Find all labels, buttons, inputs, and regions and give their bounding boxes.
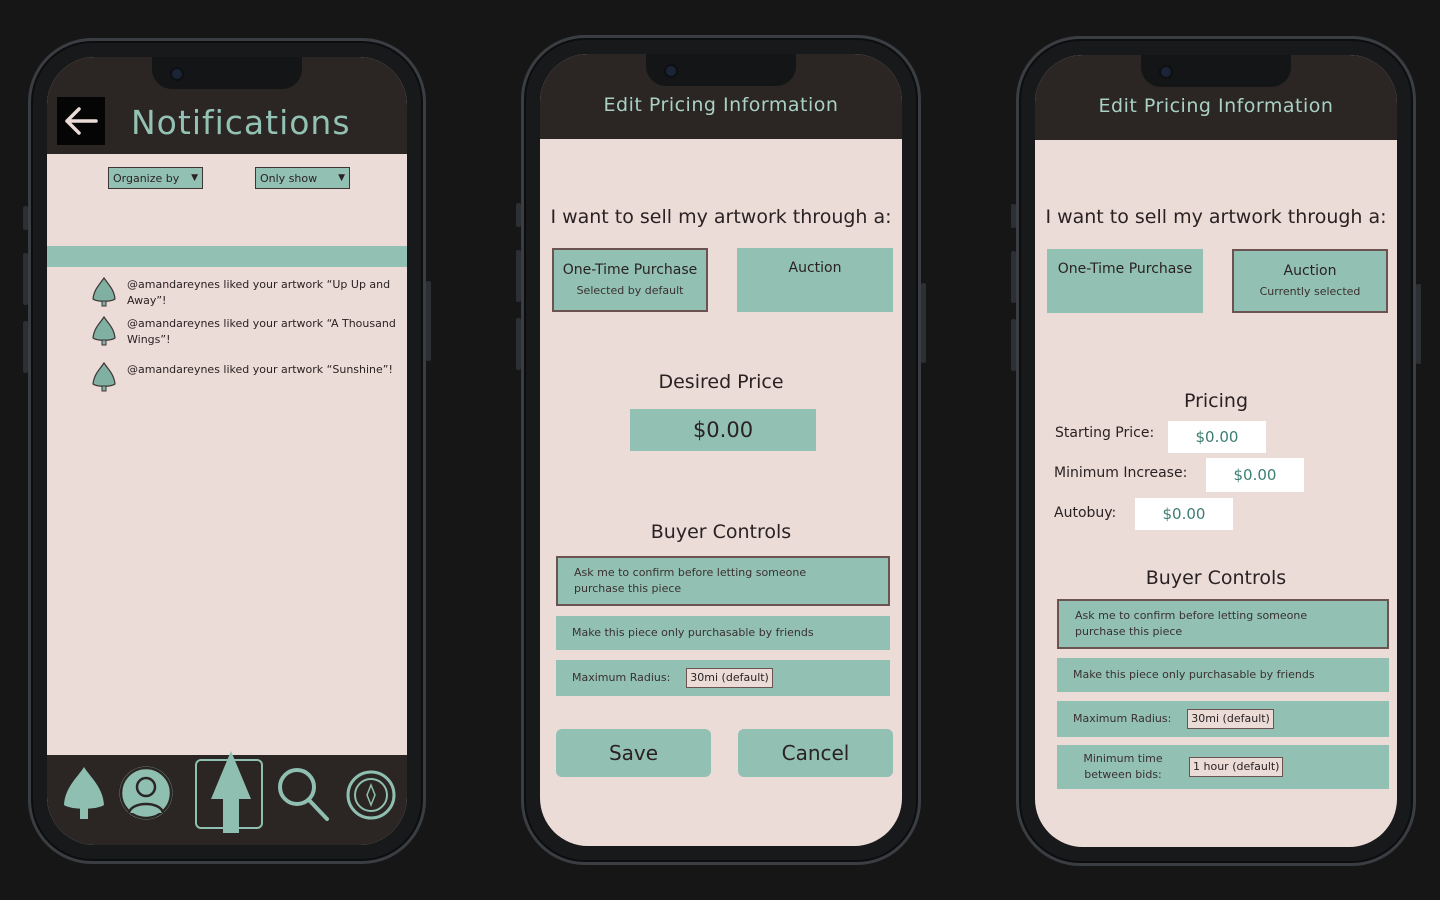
control-text: Make this piece only purchasable by frie…	[1073, 668, 1315, 681]
min-increase-value: $0.00	[1233, 466, 1277, 484]
page-title: Edit Pricing Information	[1098, 95, 1334, 117]
radius-label: Maximum Radius:	[572, 671, 671, 684]
max-radius-row: Maximum Radius: 30mi (default)	[1057, 701, 1389, 737]
camera-icon	[1161, 67, 1171, 77]
upload-tree-icon	[211, 751, 251, 833]
caret-down-icon: ▼	[338, 173, 345, 183]
camera-icon	[666, 66, 676, 76]
tree-icon	[92, 362, 116, 392]
option-label: One-Time Purchase	[1057, 261, 1193, 277]
only-show-label: Only show	[260, 171, 318, 185]
organize-by-dropdown[interactable]: Organize by ▼	[108, 167, 203, 189]
caret-down-icon: ▼	[191, 173, 198, 183]
divider-strip	[47, 246, 407, 267]
upload-button[interactable]	[195, 751, 263, 833]
confirm-purchase-toggle[interactable]: Ask me to confirm before letting someone…	[1057, 599, 1389, 649]
page-title: Notifications	[131, 103, 351, 142]
save-label: Save	[608, 741, 659, 765]
notifications-screen: Notifications Organize by ▼ Only show ▼ …	[47, 57, 407, 845]
option-label: Auction	[1283, 263, 1337, 279]
phone-notifications: Notifications Organize by ▼ Only show ▼ …	[23, 38, 431, 864]
min-time-label: Minimum time between bids:	[1083, 752, 1163, 781]
search-icon[interactable]	[275, 765, 331, 823]
only-show-dropdown[interactable]: Only show ▼	[255, 167, 350, 189]
sale-type-question: I want to sell my artwork through a:	[1045, 206, 1387, 228]
one-time-purchase-option[interactable]: One-Time Purchase	[1047, 249, 1203, 313]
notification-text: @amandareynes liked your artwork “Up Up …	[127, 278, 391, 307]
control-text: Ask me to confirm before letting someone…	[574, 566, 807, 595]
option-label: Auction	[788, 260, 842, 276]
friends-only-toggle[interactable]: Make this piece only purchasable by frie…	[1057, 658, 1389, 692]
option-sublabel: Currently selected	[1259, 285, 1361, 298]
camera-icon	[172, 69, 182, 79]
starting-price-label: Starting Price:	[1055, 425, 1155, 441]
max-radius-row: Maximum Radius: 30mi (default)	[556, 660, 890, 696]
option-sublabel: Selected by default	[576, 284, 684, 297]
tree-icon[interactable]	[61, 765, 107, 821]
desired-price-input[interactable]: $0.00	[630, 409, 816, 451]
min-increase-input[interactable]: $0.00	[1206, 458, 1304, 492]
auction-option[interactable]: Auction	[737, 248, 893, 312]
starting-price-value: $0.00	[1195, 428, 1239, 446]
radius-input[interactable]: 30mi (default)	[1187, 709, 1274, 729]
phone-purchase-pricing: Edit Pricing Information I want to sell …	[516, 35, 926, 865]
compass-icon[interactable]	[345, 769, 397, 821]
buyer-controls-title: Buyer Controls	[650, 521, 792, 543]
arrow-left-icon	[65, 107, 98, 135]
radius-input[interactable]: 30mi (default)	[686, 668, 773, 688]
notch	[1141, 55, 1291, 87]
list-item[interactable]: @amandareynes liked your artwork “Sunshi…	[91, 362, 401, 392]
auction-screen: Edit Pricing Information I want to sell …	[1035, 55, 1397, 847]
profile-icon[interactable]	[117, 763, 175, 823]
tree-icon	[92, 277, 116, 307]
auction-option[interactable]: Auction Currently selected	[1232, 249, 1388, 313]
confirm-purchase-toggle[interactable]: Ask me to confirm before letting someone…	[556, 556, 890, 606]
min-time-row: Minimum time between bids: 1 hour (defau…	[1057, 745, 1389, 789]
cancel-label: Cancel	[781, 741, 850, 765]
starting-price-input[interactable]: $0.00	[1168, 421, 1266, 453]
save-button[interactable]: Save	[556, 729, 711, 777]
phone-auction-pricing: Edit Pricing Information I want to sell …	[1011, 36, 1421, 866]
radius-label: Maximum Radius:	[1073, 712, 1172, 725]
list-item[interactable]: @amandareynes liked your artwork “Up Up …	[91, 277, 401, 309]
notification-text: @amandareynes liked your artwork “A Thou…	[127, 317, 396, 346]
list-item[interactable]: @amandareynes liked your artwork “A Thou…	[91, 316, 401, 348]
desired-price-value: $0.00	[692, 418, 754, 442]
autobuy-input[interactable]: $0.00	[1135, 498, 1233, 530]
desired-price-title: Desired Price	[658, 371, 784, 393]
one-time-purchase-option[interactable]: One-Time Purchase Selected by default	[552, 248, 708, 312]
autobuy-value: $0.00	[1162, 505, 1206, 523]
notification-text: @amandareynes liked your artwork “Sunshi…	[127, 363, 393, 376]
pricing-title: Pricing	[1183, 390, 1249, 412]
notch	[646, 54, 796, 86]
purchase-screen: Edit Pricing Information I want to sell …	[540, 54, 902, 846]
control-text: Make this piece only purchasable by frie…	[572, 626, 814, 639]
page-title: Edit Pricing Information	[603, 94, 839, 116]
back-button[interactable]	[57, 97, 105, 145]
option-label: One-Time Purchase	[562, 262, 698, 278]
sale-type-question: I want to sell my artwork through a:	[550, 206, 892, 228]
min-time-input[interactable]: 1 hour (default)	[1189, 757, 1284, 777]
cancel-button[interactable]: Cancel	[738, 729, 893, 777]
autobuy-label: Autobuy:	[1054, 505, 1117, 521]
min-increase-label: Minimum Increase:	[1054, 465, 1188, 481]
organize-by-label: Organize by	[113, 171, 180, 185]
notch	[152, 57, 302, 89]
buyer-controls-title: Buyer Controls	[1145, 567, 1287, 589]
tree-icon	[92, 316, 116, 346]
bottom-nav	[47, 751, 407, 845]
control-text: Ask me to confirm before letting someone…	[1075, 609, 1308, 638]
friends-only-toggle[interactable]: Make this piece only purchasable by frie…	[556, 616, 890, 650]
